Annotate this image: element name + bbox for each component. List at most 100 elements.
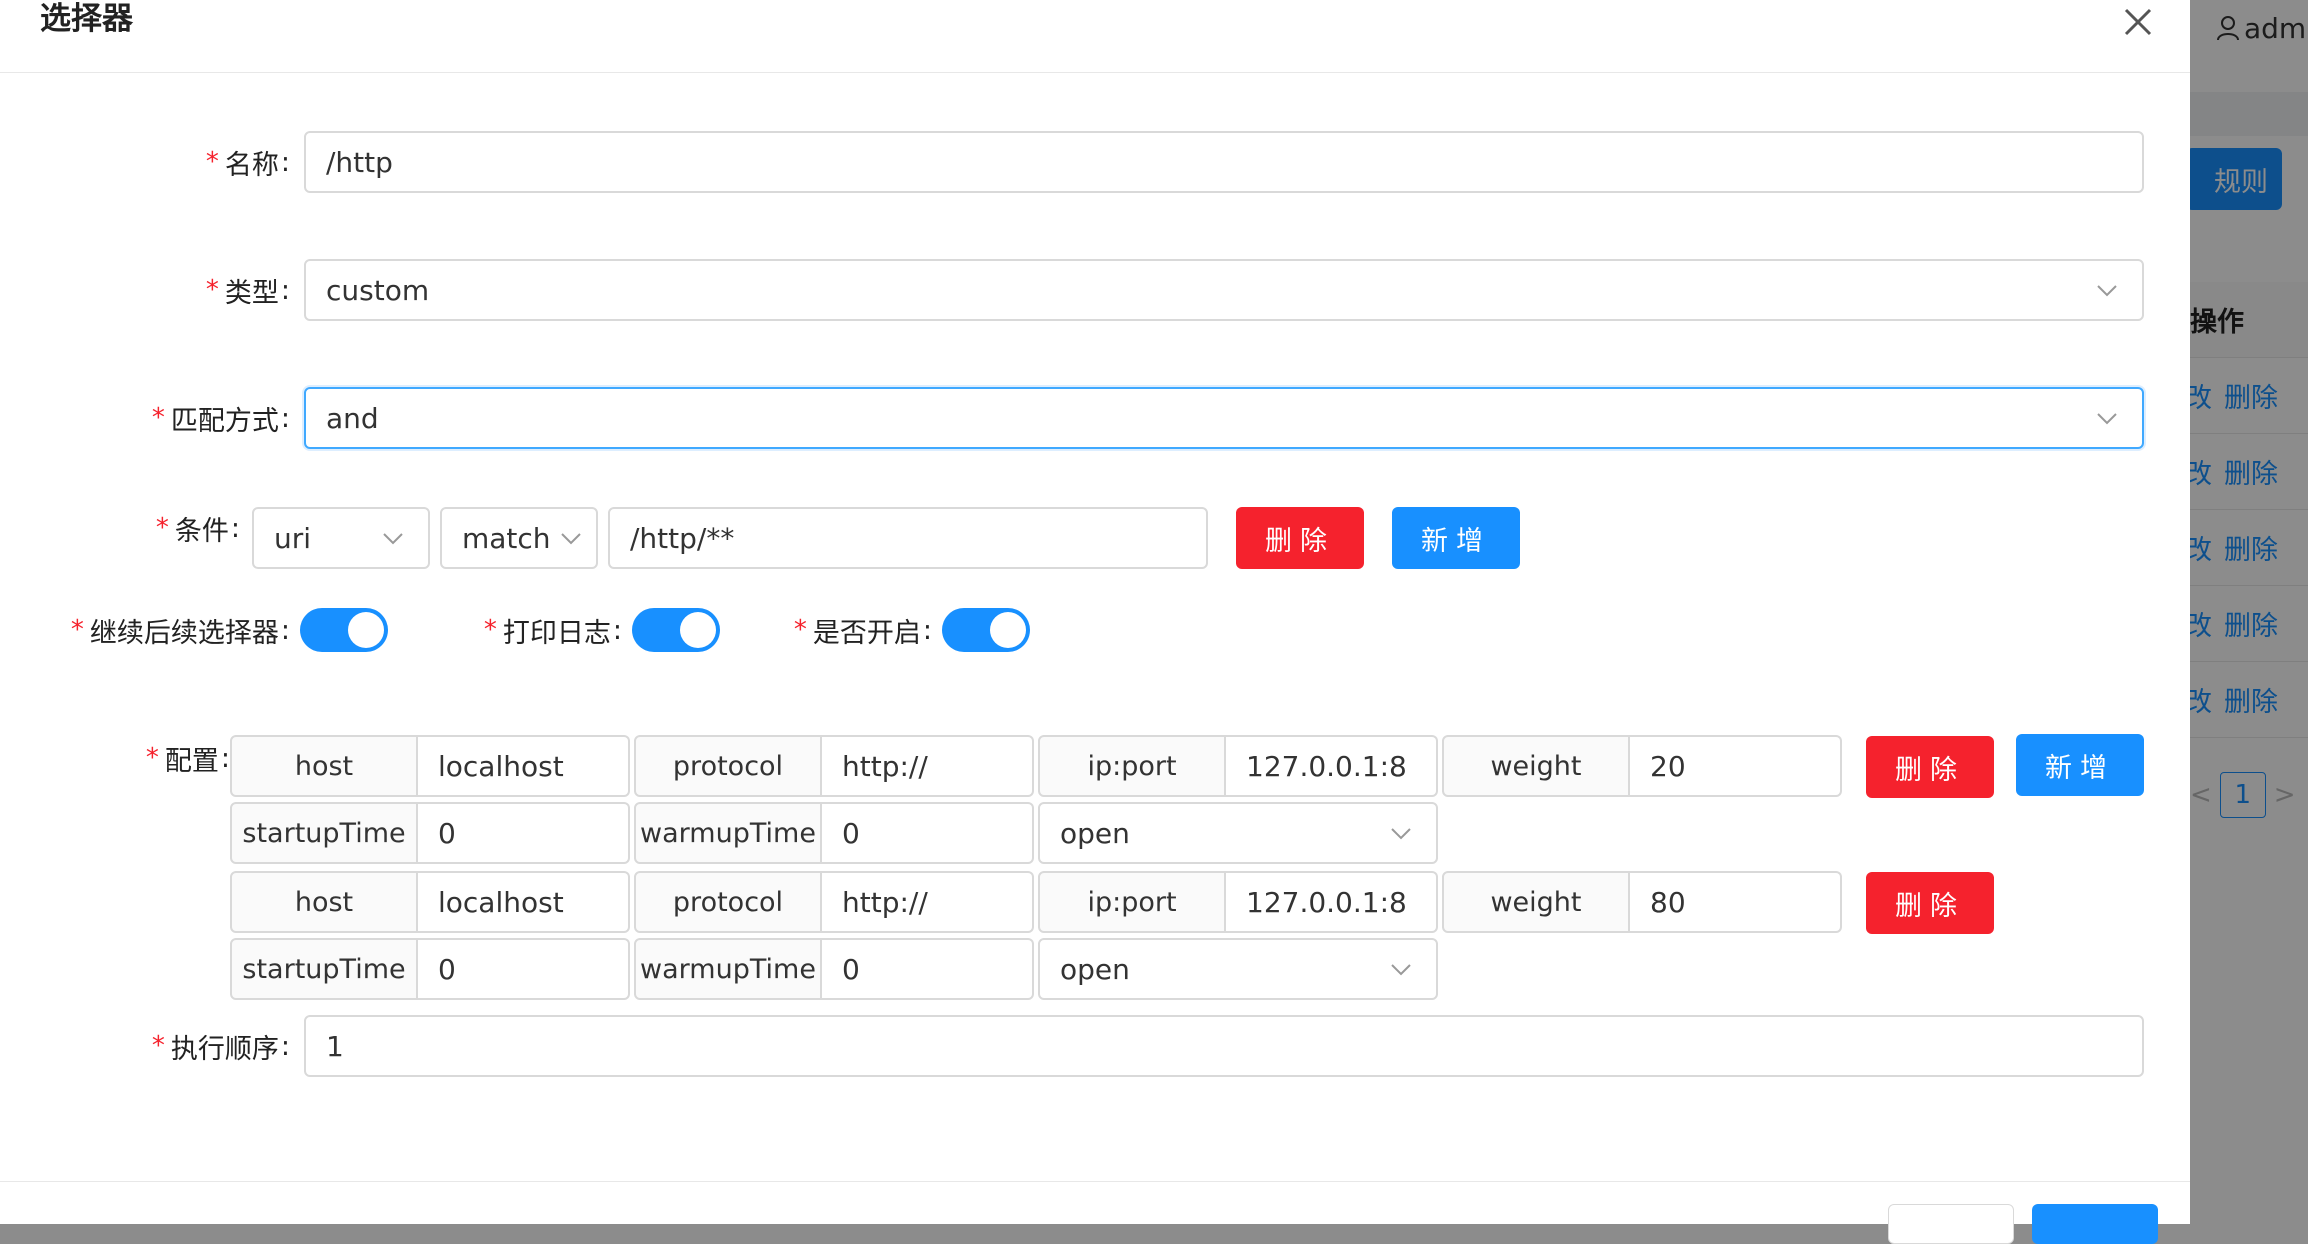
ipport-addon: ip:port — [1038, 735, 1226, 797]
switch-knob — [348, 612, 384, 648]
upstream-add-button[interactable]: 新增 — [2016, 734, 2144, 796]
label-colon: : — [612, 614, 622, 646]
weight-addon: weight — [1442, 735, 1630, 797]
ipport-input[interactable]: 127.0.0.1:8 — [1226, 871, 1438, 933]
upstream-delete-button[interactable]: 删除 — [1866, 736, 1994, 798]
cancel-button[interactable] — [1888, 1204, 2014, 1244]
condition-param-type-select[interactable]: uri — [252, 507, 430, 569]
type-label: * 类型 : — [40, 270, 290, 310]
name-label-text: 名称 — [224, 149, 279, 181]
required-mark: * — [793, 615, 807, 645]
label-colon: : — [280, 274, 290, 306]
name-input[interactable]: /http — [304, 131, 2144, 193]
switch-knob — [990, 612, 1026, 648]
upstream-delete-button[interactable]: 删除 — [1866, 872, 1994, 934]
label-colon: : — [280, 402, 290, 434]
match-mode-select[interactable]: and — [304, 387, 2144, 449]
label-colon: : — [280, 1030, 290, 1062]
condition-operator-value: match — [462, 521, 551, 555]
sort-label: * 执行顺序 : — [40, 1026, 290, 1066]
label-colon: : — [230, 512, 240, 544]
warmup-time-input[interactable]: 0 — [822, 938, 1034, 1000]
continued-switch[interactable] — [300, 608, 388, 652]
type-select[interactable]: custom — [304, 259, 2144, 321]
sort-input[interactable]: 1 — [304, 1015, 2144, 1077]
config-label: * 配置 : — [40, 738, 230, 778]
sort-input-value: 1 — [326, 1029, 344, 1063]
required-mark: * — [205, 147, 219, 177]
logged-switch[interactable] — [632, 608, 720, 652]
status-select-value: open — [1060, 952, 1130, 986]
logged-label-text: 打印日志 — [502, 617, 611, 649]
host-addon: host — [230, 735, 418, 797]
startup-time-addon: startupTime — [230, 938, 418, 1000]
condition-value-text: /http/** — [630, 521, 735, 555]
condition-operator-select[interactable]: match — [440, 507, 598, 569]
enabled-label: * 是否开启 : — [770, 610, 932, 650]
chevron-down-icon — [561, 533, 581, 545]
startup-time-input[interactable]: 0 — [418, 802, 630, 864]
protocol-addon: protocol — [634, 871, 822, 933]
ipport-input[interactable]: 127.0.0.1:8 — [1226, 735, 1438, 797]
weight-input[interactable]: 80 — [1630, 871, 1842, 933]
required-mark: * — [155, 513, 169, 543]
match-mode-label-text: 匹配方式 — [170, 405, 279, 437]
selector-modal: 选择器 * 名称 : /http * 类型 : custom * 匹配方式 : … — [0, 0, 2190, 1244]
status-select-value: open — [1060, 816, 1130, 850]
condition-value-input[interactable]: /http/** — [608, 507, 1208, 569]
match-mode-label: * 匹配方式 : — [40, 398, 290, 438]
warmup-time-addon: warmupTime — [634, 802, 822, 864]
enabled-switch[interactable] — [942, 608, 1030, 652]
required-mark: * — [205, 275, 219, 305]
host-input[interactable]: localhost — [418, 735, 630, 797]
condition-add-button[interactable]: 新增 — [1392, 507, 1520, 569]
modal-footer-divider — [0, 1181, 2190, 1182]
enabled-label-text: 是否开启 — [812, 617, 921, 649]
required-mark: * — [483, 615, 497, 645]
startup-time-input[interactable]: 0 — [418, 938, 630, 1000]
close-icon[interactable] — [2118, 2, 2158, 42]
name-label: * 名称 : — [40, 142, 290, 182]
status-select[interactable]: open — [1038, 938, 1438, 1000]
weight-addon: weight — [1442, 871, 1630, 933]
chevron-down-icon — [2097, 285, 2117, 297]
confirm-button[interactable] — [2032, 1204, 2158, 1244]
type-select-value: custom — [326, 273, 430, 307]
config-label-text: 配置 — [164, 745, 219, 777]
warmup-time-addon: warmupTime — [634, 938, 822, 1000]
required-mark: * — [70, 615, 84, 645]
required-mark: * — [145, 743, 159, 773]
startup-time-addon: startupTime — [230, 802, 418, 864]
chevron-down-icon — [1391, 964, 1411, 976]
label-colon: : — [280, 614, 290, 646]
ipport-addon: ip:port — [1038, 871, 1226, 933]
label-colon: : — [280, 146, 290, 178]
condition-param-type-value: uri — [274, 521, 312, 555]
modal-header-divider — [0, 72, 2190, 73]
required-mark: * — [151, 1031, 165, 1061]
label-colon: : — [220, 742, 230, 774]
host-addon: host — [230, 871, 418, 933]
chevron-down-icon — [1391, 828, 1411, 840]
status-select[interactable]: open — [1038, 802, 1438, 864]
protocol-addon: protocol — [634, 735, 822, 797]
modal-title: 选择器 — [40, 1, 133, 37]
sort-label-text: 执行顺序 — [170, 1033, 279, 1065]
switch-knob — [680, 612, 716, 648]
protocol-input[interactable]: http:// — [822, 735, 1034, 797]
type-label-text: 类型 — [224, 277, 279, 309]
label-colon: : — [922, 614, 932, 646]
condition-delete-button[interactable]: 删除 — [1236, 507, 1364, 569]
modal-mask[interactable] — [2190, 0, 2308, 1224]
continued-label: * 继续后续选择器 : — [40, 610, 290, 650]
logged-label: * 打印日志 : — [460, 610, 622, 650]
warmup-time-input[interactable]: 0 — [822, 802, 1034, 864]
name-input-value: /http — [326, 145, 393, 179]
weight-input[interactable]: 20 — [1630, 735, 1842, 797]
protocol-input[interactable]: http:// — [822, 871, 1034, 933]
chevron-down-icon — [383, 533, 403, 545]
match-mode-select-value: and — [326, 401, 379, 435]
host-input[interactable]: localhost — [418, 871, 630, 933]
required-mark: * — [151, 403, 165, 433]
condition-label-text: 条件 — [174, 515, 229, 547]
